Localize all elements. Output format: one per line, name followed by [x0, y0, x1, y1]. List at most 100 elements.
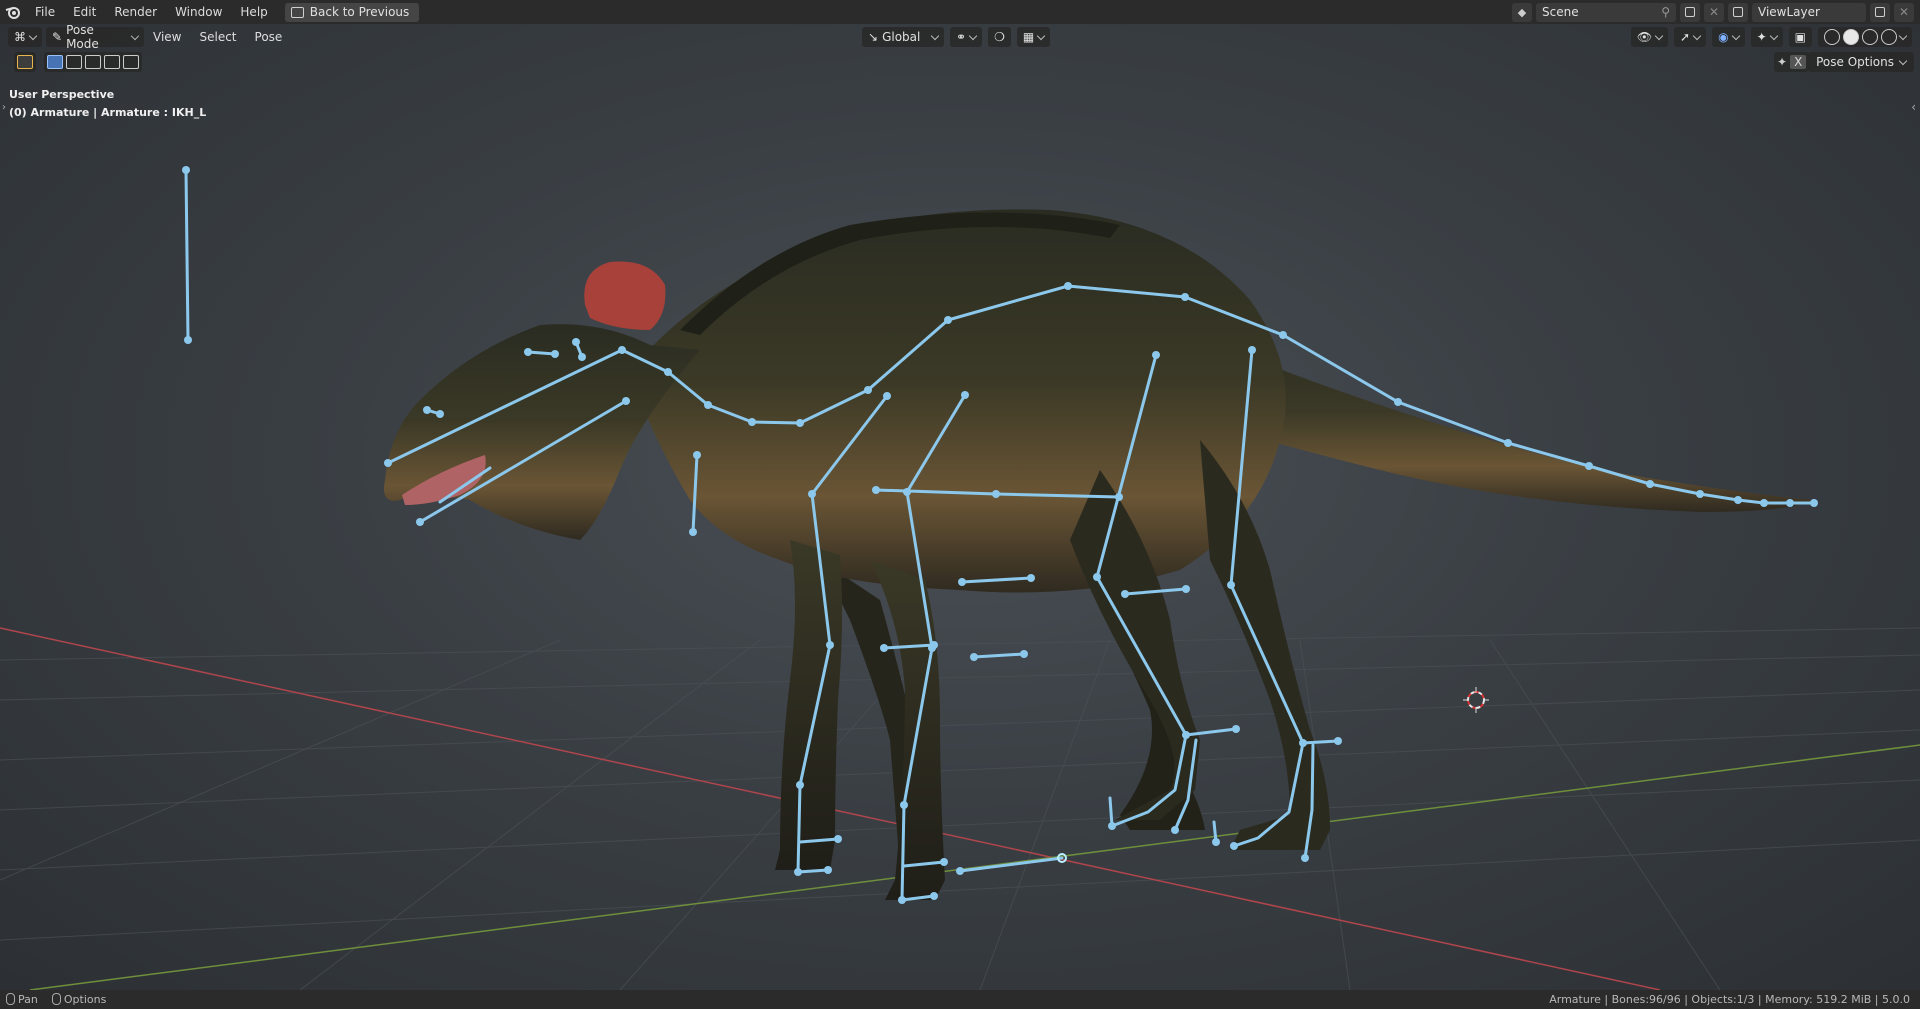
select-extend-icon[interactable]	[66, 55, 82, 69]
snap-grid-icon: ▦	[1022, 30, 1035, 44]
visibility-dropdown[interactable]: 👁	[1630, 27, 1669, 47]
pivot-icon: ⚭	[956, 30, 967, 44]
chevron-down-icon[interactable]	[1898, 31, 1908, 40]
view-layer-field[interactable]: ViewLayer	[1752, 2, 1866, 22]
select-subtract-icon[interactable]	[85, 55, 101, 69]
front-leg-left	[775, 540, 843, 870]
scene-icon: ◆	[1517, 5, 1527, 19]
3d-viewport-icon: ⌘	[14, 30, 26, 44]
overlays-icon: ◉	[1718, 30, 1729, 44]
mode-dropdown[interactable]: ✎ Pose Mode	[46, 24, 144, 51]
perspective-label: User Perspective	[9, 88, 115, 101]
tool-settings-row: ✦ X Pose Options	[0, 52, 1920, 72]
menu-pose[interactable]: Pose	[246, 30, 292, 44]
back-to-previous-label: Back to Previous	[309, 5, 410, 19]
solid-shading-icon[interactable]	[1843, 29, 1859, 45]
xray-icon: ▣	[1794, 30, 1806, 44]
eye-icon: 👁	[1636, 30, 1653, 44]
3d-viewport[interactable]: ⌘ ✎ Pose Mode View Select Pose ↘ Global …	[0, 24, 1920, 990]
mouse-right-icon	[51, 993, 61, 1005]
pivot-point-dropdown[interactable]: ⚭	[950, 27, 983, 47]
delete-view-layer-button[interactable]: ✕	[1894, 2, 1914, 22]
menu-view[interactable]: View	[144, 30, 190, 44]
screen-back-icon	[290, 6, 304, 18]
snap-magnet-icon: ❍	[994, 30, 1005, 44]
duplicate-icon	[1685, 7, 1695, 17]
status-pan: Pan	[6, 993, 38, 1006]
overlays-toggle[interactable]: ◉	[1712, 27, 1745, 47]
status-bar: Pan Options Armature | Bones:96/96 | Obj…	[0, 990, 1920, 1009]
select-invert-icon[interactable]	[104, 55, 120, 69]
pin-icon[interactable]: ⚲	[1661, 5, 1670, 19]
blender-logo-icon[interactable]	[0, 0, 26, 24]
active-tool-button[interactable]	[14, 52, 36, 72]
status-pan-label: Pan	[18, 993, 38, 1006]
rendered-shading-icon[interactable]	[1881, 29, 1897, 45]
chevron-down-icon	[130, 31, 140, 40]
gizmo-icon: ➚	[1680, 30, 1691, 44]
x-mirror-label: X	[1790, 55, 1807, 69]
top-menu-bar: File Edit Render Window Help Back to Pre…	[0, 0, 1920, 24]
chevron-down-icon	[968, 31, 978, 40]
layers-icon	[1733, 7, 1743, 17]
select-cursor-icon	[17, 55, 33, 69]
menu-file[interactable]: File	[26, 0, 64, 24]
view-layer-name: ViewLayer	[1758, 5, 1820, 19]
close-icon: ✕	[1898, 5, 1910, 19]
select-intersect-icon[interactable]	[123, 55, 139, 69]
xray-toggle[interactable]: ▣	[1788, 27, 1812, 47]
chevron-down-icon	[1654, 31, 1664, 40]
bone-root[interactable]	[184, 168, 190, 342]
3d-cursor-icon[interactable]	[1463, 687, 1489, 713]
chevron-down-icon	[1898, 56, 1908, 65]
menu-window[interactable]: Window	[166, 0, 231, 24]
y-axis-line	[29, 744, 1920, 990]
gizmo-toggle[interactable]: ➚	[1674, 27, 1707, 47]
wireframe-shading-icon[interactable]	[1824, 29, 1840, 45]
snap-target-dropdown[interactable]: ▦	[1016, 27, 1051, 47]
menu-select[interactable]: Select	[190, 30, 245, 44]
new-scene-button[interactable]	[1680, 2, 1700, 22]
transform-orientation-label: Global	[882, 30, 921, 44]
bone-overlay-icon: ✦	[1756, 30, 1767, 44]
orientation-icon: ↘	[868, 30, 879, 44]
delete-scene-button[interactable]: ✕	[1704, 2, 1724, 22]
head-crest[interactable]	[584, 261, 666, 330]
dinosaur-mesh[interactable]	[384, 209, 1815, 900]
material-shading-icon[interactable]	[1862, 29, 1878, 45]
sidebar-toggle-icon[interactable]: ‹	[1911, 100, 1916, 114]
menu-render[interactable]: Render	[105, 0, 166, 24]
shading-buttons	[1818, 27, 1912, 47]
menu-edit[interactable]: Edit	[64, 0, 105, 24]
snap-toggle[interactable]: ❍	[988, 27, 1011, 47]
bone-ikh-l[interactable]	[958, 856, 1064, 873]
bone-overlay-toggle[interactable]: ✦	[1750, 27, 1783, 47]
scene-name: Scene	[1542, 5, 1579, 19]
viewport-canvas[interactable]	[0, 24, 1920, 990]
scene-name-field[interactable]: Scene ⚲	[1536, 2, 1676, 22]
selection-mode-buttons	[44, 52, 142, 72]
bone-front-toe-l[interactable]	[796, 868, 830, 874]
viewport-info-text: User Perspective (0) Armature | Armature…	[9, 86, 206, 122]
transform-orientation-dropdown[interactable]: ↘ Global	[862, 27, 944, 47]
close-icon: ✕	[1708, 5, 1720, 19]
menu-help[interactable]: Help	[231, 0, 276, 24]
neck-head	[384, 324, 700, 540]
bone-eye-l[interactable]	[526, 350, 557, 356]
toolbar-toggle-icon[interactable]: ›	[2, 102, 6, 113]
pose-options-dropdown[interactable]: Pose Options	[1808, 52, 1914, 72]
viewport-header: ⌘ ✎ Pose Mode View Select Pose ↘ Global …	[0, 24, 1920, 51]
x-mirror-toggle[interactable]: ✦ X	[1774, 52, 1810, 72]
bone-hind-claw-l[interactable]	[1108, 796, 1114, 828]
scene-statistics: Armature | Bones:96/96 | Objects:1/3 | M…	[1549, 993, 1910, 1006]
select-new-icon[interactable]	[47, 55, 63, 69]
back-to-previous-button[interactable]: Back to Previous	[284, 2, 420, 22]
editor-type-button[interactable]: ⌘	[8, 27, 42, 47]
chevron-down-icon	[1769, 31, 1778, 40]
bone-belly[interactable]	[972, 652, 1026, 659]
mirror-icon: ✦	[1777, 55, 1788, 69]
scene-browse-button[interactable]: ◆	[1512, 2, 1532, 22]
status-options-label: Options	[63, 993, 107, 1006]
new-view-layer-button[interactable]	[1870, 2, 1890, 22]
viewlayer-browse-button[interactable]	[1728, 2, 1748, 22]
